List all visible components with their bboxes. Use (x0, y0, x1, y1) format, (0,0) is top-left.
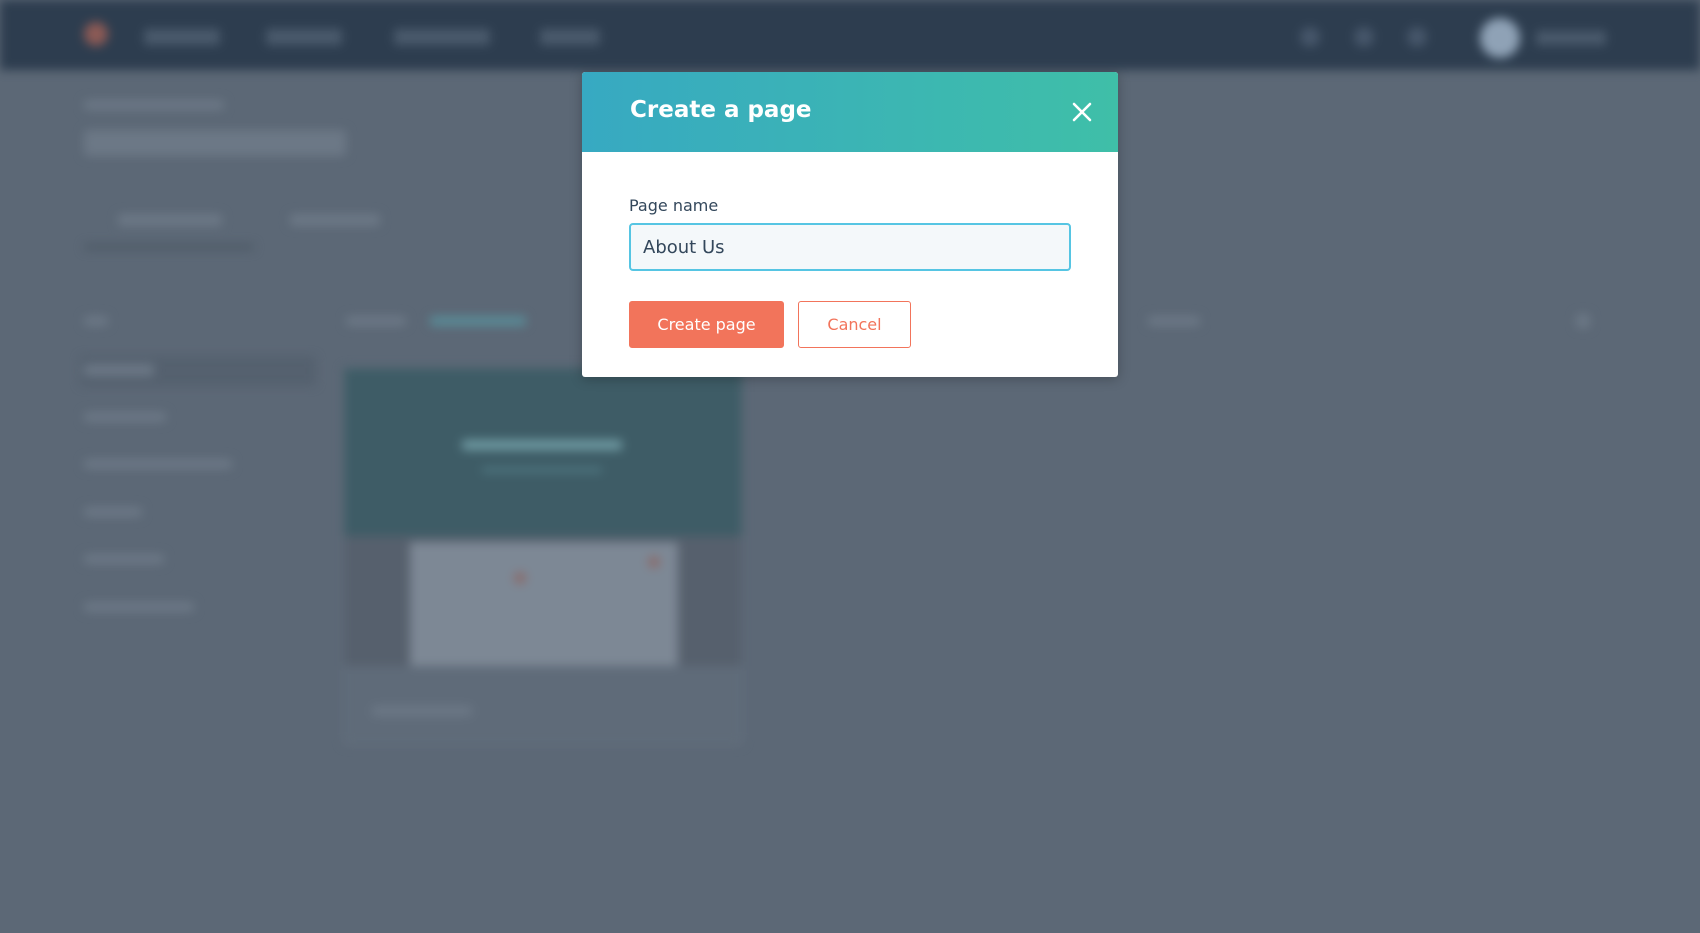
filter-dropdown (430, 316, 526, 326)
active-tab-indicator (84, 244, 254, 250)
sidebar-item (84, 316, 108, 326)
modal-title: Create a page (630, 97, 812, 123)
page-name-input[interactable] (629, 223, 1071, 271)
sidebar-item (84, 459, 232, 469)
sidebar-item (84, 412, 166, 422)
search-icon (1300, 27, 1320, 47)
close-icon (1072, 102, 1092, 122)
tab (290, 214, 380, 226)
create-page-modal: Create a page Page name Create page Canc… (582, 72, 1118, 377)
breadcrumb (84, 100, 224, 110)
sidebar-item (84, 364, 154, 376)
sidebar-item (84, 507, 142, 517)
nav-link (394, 29, 490, 45)
modal-header: Create a page (582, 72, 1118, 152)
tab (118, 214, 222, 226)
search-field (1148, 316, 1200, 326)
template-name (372, 706, 472, 716)
filter-label (346, 316, 406, 326)
create-page-button[interactable]: Create page (629, 301, 784, 348)
template-screenshot (344, 536, 742, 666)
page-name-label: Page name (629, 196, 719, 215)
settings-icon (1354, 27, 1374, 47)
account-menu (1536, 31, 1606, 45)
notification-icon (1407, 27, 1427, 47)
nav-link (540, 29, 600, 45)
page-title (84, 130, 346, 156)
top-navigation (0, 0, 1700, 70)
sidebar-item (84, 602, 194, 612)
nav-link (266, 29, 342, 45)
template-card (343, 367, 743, 745)
sidebar-item (84, 554, 164, 564)
cancel-button[interactable]: Cancel (798, 301, 911, 348)
template-preview (344, 368, 742, 536)
nav-link (144, 29, 220, 45)
search-icon (1576, 314, 1590, 328)
avatar (1480, 18, 1520, 58)
logo-icon (84, 22, 108, 46)
close-button[interactable] (1066, 96, 1098, 128)
